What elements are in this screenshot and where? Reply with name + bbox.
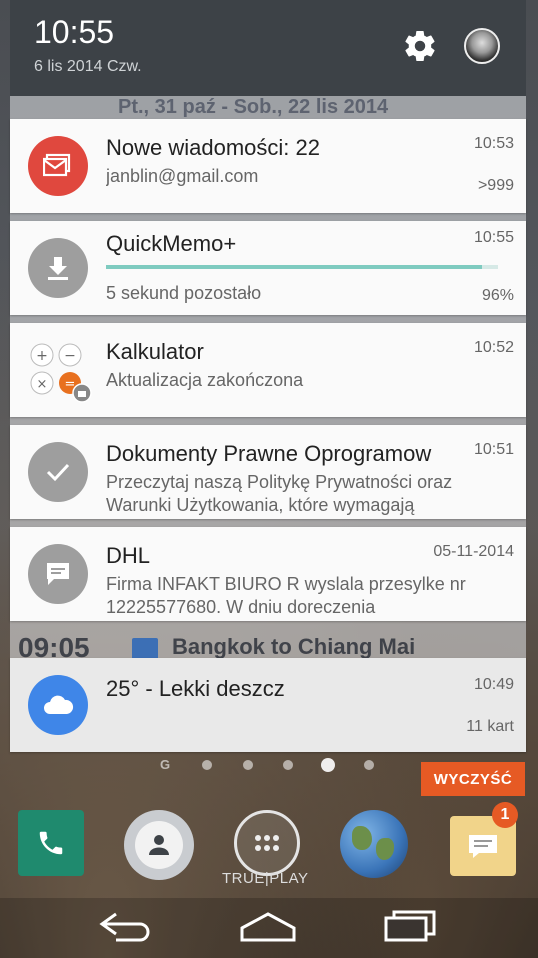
notification-calculator[interactable]: + − × = Kalkulator Aktualizacja zakończo… xyxy=(10,323,526,417)
messaging-icon[interactable]: 1 xyxy=(450,802,518,876)
user-avatar[interactable] xyxy=(464,28,500,64)
event-title-text: Bangkok to Chiang Mai xyxy=(172,634,416,659)
svg-text:×: × xyxy=(37,377,48,392)
notification-title: 25° - Lekki deszcz xyxy=(106,676,285,701)
notification-time: 10:55 xyxy=(473,229,514,246)
notification-title: Nowe wiadomości: 22 xyxy=(106,135,320,160)
svg-text:−: − xyxy=(64,348,76,364)
page-dot[interactable] xyxy=(283,760,293,770)
svg-text:+: + xyxy=(36,348,48,364)
notification-card-count: 11 kart xyxy=(466,718,514,735)
gmail-icon xyxy=(28,136,88,196)
notification-text-line2: 12225577680. W dniu doreczenia xyxy=(106,597,376,617)
notification-weather[interactable]: 25° - Lekki deszcz 10:49 11 kart xyxy=(10,658,526,752)
calendar-range-text: Pt., 31 paź - Sob., 22 lis 2014 xyxy=(118,96,389,118)
download-icon xyxy=(28,238,88,298)
cloud-icon xyxy=(28,675,88,735)
notification-legal-documents[interactable]: Dokumenty Prawne Oprogramow Przeczytaj n… xyxy=(10,425,526,519)
notification-title: QuickMemo+ xyxy=(106,231,237,256)
event-check-icon xyxy=(132,638,158,660)
page-dot[interactable] xyxy=(243,760,253,770)
notification-subtitle: 5 sekund pozostało xyxy=(106,283,262,303)
recent-apps-icon[interactable] xyxy=(380,908,440,944)
clear-all-button[interactable]: WYCZYŚĆ xyxy=(421,762,525,796)
calculator-icon: + − × = xyxy=(28,339,94,405)
apps-icon[interactable] xyxy=(234,810,300,876)
notification-count: >999 xyxy=(477,177,514,194)
notification-time: 10:53 xyxy=(473,135,514,152)
home-icon[interactable] xyxy=(238,908,298,944)
notification-subtitle: Aktualizacja zakończona xyxy=(106,370,304,390)
clock-time: 10:55 xyxy=(34,14,115,50)
contacts-icon[interactable] xyxy=(124,810,194,880)
notification-title: Kalkulator xyxy=(106,339,204,364)
gear-icon[interactable] xyxy=(402,28,438,64)
phone-icon[interactable] xyxy=(18,810,84,876)
dock-brand-label: TRUE|PLAY xyxy=(222,870,309,887)
download-progress-fill xyxy=(106,265,483,269)
message-icon xyxy=(28,544,88,604)
globe-icon[interactable] xyxy=(340,810,408,878)
back-icon[interactable] xyxy=(96,908,156,944)
notification-title: DHL xyxy=(106,543,151,568)
notification-time: 10:51 xyxy=(473,441,514,458)
page-dot[interactable] xyxy=(202,760,212,770)
notification-gmail[interactable]: Nowe wiadomości: 22 janblin@gmail.com 10… xyxy=(10,119,526,213)
page-dot[interactable] xyxy=(364,760,374,770)
notification-quickmemo[interactable]: QuickMemo+ 5 sekund pozostało 10:55 96% xyxy=(10,221,526,315)
check-icon xyxy=(28,442,88,502)
notification-time: 05-11-2014 xyxy=(433,543,514,560)
download-percent: 96% xyxy=(481,287,514,304)
notification-time: 10:49 xyxy=(473,676,514,693)
notification-text-line2: Warunki Użytkowania, które wymagają xyxy=(106,495,415,515)
clock-date: 6 lis 2014 Czw. xyxy=(34,58,142,75)
download-progress-bar xyxy=(106,265,498,269)
notification-dhl[interactable]: DHL Firma INFAKT BIURO R wyslala przesyl… xyxy=(10,527,526,621)
unread-badge: 1 xyxy=(492,802,518,828)
notification-text-line1: Firma INFAKT BIURO R wyslala przesylke n… xyxy=(106,574,466,594)
notification-title: Dokumenty Prawne Oprogramow xyxy=(106,441,432,466)
notification-text-line1: Przeczytaj naszą Politykę Prywatności or… xyxy=(106,472,453,492)
notification-time: 10:52 xyxy=(473,339,514,356)
google-page-indicator[interactable]: G xyxy=(160,757,170,772)
quick-settings-header: 10:55 6 lis 2014 Czw. xyxy=(10,0,526,96)
notification-subtitle: janblin@gmail.com xyxy=(106,166,259,186)
page-dot-active[interactable] xyxy=(321,758,335,772)
